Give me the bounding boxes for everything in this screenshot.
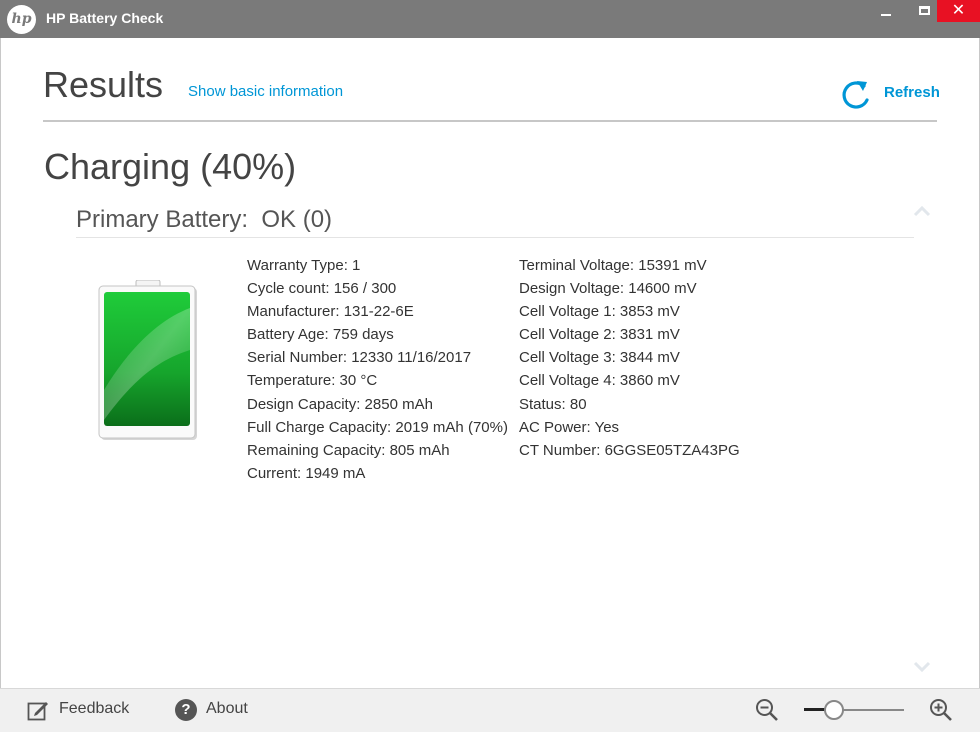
detail-battery-age: Battery Age: 759 days [247,326,394,344]
about-label: About [206,700,248,717]
detail-cycle-count: Cycle count: 156 / 300 [247,280,397,298]
detail-ct-number: CT Number: 6GGSE05TZA43PG [519,441,740,459]
close-icon: ✕ [951,2,966,19]
detail-ac-power: AC Power: Yes [519,418,620,436]
detail-cell-voltage-2: Cell Voltage 2: 3831 mV [519,326,680,344]
refresh-icon [842,81,869,109]
detail-full-charge-capacity: Full Charge Capacity: 2019 mAh (70%) [247,418,508,436]
chevron-up-icon[interactable] [912,204,932,218]
details-right-column: Terminal Voltage: 15391 mV Design Voltag… [519,255,740,463]
zoom-slider-track [834,709,904,711]
detail-cell-voltage-4: Cell Voltage 4: 3860 mV [519,372,680,390]
show-basic-information-link[interactable]: Show basic information [188,83,343,100]
zoom-in-icon[interactable] [929,698,953,722]
title-bar: hp HP Battery Check ✕ [0,0,980,38]
detail-cell-voltage-1: Cell Voltage 1: 3853 mV [519,303,680,321]
feedback-icon [27,702,48,721]
battery-icon [98,280,197,440]
zoom-out-icon[interactable] [755,698,779,722]
details-left-column: Warranty Type: 1 Cycle count: 156 / 300 … [247,255,508,486]
maximize-button[interactable] [908,0,940,26]
zoom-slider[interactable] [804,700,906,720]
detail-status: Status: 80 [519,395,587,413]
maximize-icon [919,6,930,15]
chevron-down-icon[interactable] [912,660,932,674]
minimize-button[interactable] [870,0,902,26]
detail-current: Current: 1949 mA [247,464,366,482]
bottom-bar: Feedback ? About [0,688,980,732]
section-divider [76,237,914,238]
hp-logo-icon: hp [7,5,36,34]
app-title: HP Battery Check [46,10,164,26]
detail-temperature: Temperature: 30 °C [247,372,378,390]
zoom-slider-thumb[interactable] [824,700,844,720]
detail-remaining-capacity: Remaining Capacity: 805 mAh [247,441,450,459]
detail-serial-number: Serial Number: 12330 11/16/2017 [247,349,472,367]
help-icon: ? [175,699,197,721]
detail-design-voltage: Design Voltage: 14600 mV [519,280,697,298]
minimize-icon [881,14,891,16]
detail-manufacturer: Manufacturer: 131-22-6E [247,303,414,321]
detail-design-capacity: Design Capacity: 2850 mAh [247,395,433,413]
detail-warranty-type: Warranty Type: 1 [247,257,361,274]
primary-battery-heading: Primary Battery: OK (0) [76,206,333,233]
refresh-label: Refresh [884,84,940,101]
header-divider [43,120,937,122]
detail-terminal-voltage: Terminal Voltage: 15391 mV [519,257,707,274]
page-title: Results [43,64,164,105]
charging-status: Charging (40%) [44,146,297,187]
detail-cell-voltage-3: Cell Voltage 3: 3844 mV [519,349,680,367]
close-button[interactable]: ✕ [937,0,980,22]
feedback-label: Feedback [59,700,130,717]
